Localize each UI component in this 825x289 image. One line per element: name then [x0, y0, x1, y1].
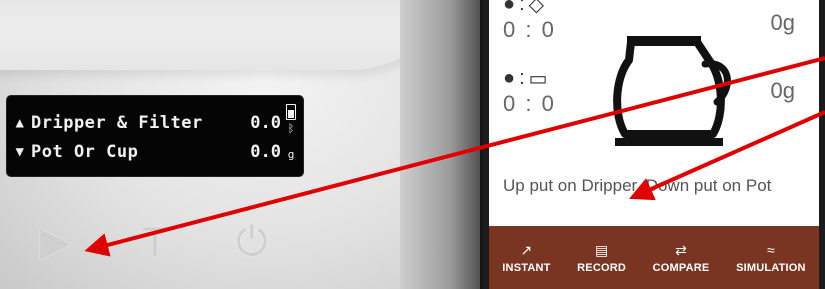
battery-icon — [286, 104, 296, 120]
oled-dripper-weight: 0.0 — [250, 113, 281, 133]
dripper-indicator: ● : ◇ — [503, 0, 556, 17]
oled-unit: g — [287, 148, 295, 161]
pot-indicator: ● : ▭ — [503, 66, 556, 91]
cup-icon: ▼ — [15, 144, 25, 160]
oled-pot-weight: 0.0 — [250, 142, 281, 162]
dripper-timer: 0 : 0 — [503, 17, 556, 42]
dripper-weight-block: ● : ◇ 0 : 0 — [503, 0, 556, 43]
power-button[interactable]: ⏻ — [236, 222, 268, 262]
dripper-weight: 0g — [770, 10, 795, 35]
oled-row-dripper: ▲ Dripper & Filter — [13, 111, 203, 135]
compare-icon: ⇄ — [675, 241, 687, 258]
placement-hint: Up put on Dripper, Down put on Pot — [503, 176, 772, 195]
bluetooth-icon: ᛒ — [287, 122, 295, 135]
play-button[interactable]: ▶ — [40, 222, 71, 262]
colon-sep: : — [519, 67, 525, 89]
nav-simulation[interactable]: ≈ SIMULATION — [736, 242, 806, 274]
coffee-bean-icon: ● — [503, 67, 516, 89]
coffee-pot-icon — [613, 36, 731, 146]
bottom-nav: ↗ INSTANT ▤ RECORD ⇄ COMPARE ≈ SIMULATIO… — [489, 226, 819, 289]
colon-sep: : — [519, 0, 525, 15]
oled-row-dripper-label: Dripper & Filter — [31, 113, 203, 133]
phone-screen: ● : ◇ 0 : 0 0g ● : ▭ 0 : 0 0g Up put on … — [489, 0, 819, 289]
scale-top-rim — [0, 0, 460, 70]
dripper-icon: ▲ — [15, 115, 25, 131]
nav-record[interactable]: ▤ RECORD — [577, 242, 626, 274]
tare-button[interactable]: T — [142, 221, 168, 263]
cup-icon: ▭ — [528, 68, 548, 90]
oled-row-pot-label: Pot Or Cup — [31, 142, 139, 162]
nav-instant-label: INSTANT — [502, 261, 551, 274]
scale-side-edge — [400, 0, 480, 289]
coffee-bean-icon: ● — [503, 0, 516, 15]
trend-icon: ↗ — [520, 241, 533, 258]
nav-record-label: RECORD — [577, 261, 627, 274]
pot-weight-block: ● : ▭ 0 : 0 — [503, 66, 556, 117]
nav-simulation-label: SIMULATION — [736, 261, 806, 274]
pot-timer: 0 : 0 — [503, 91, 556, 116]
scale-oled-display: ▲ Dripper & Filter 0.0 ▼ Pot Or Cup 0.0 … — [7, 96, 303, 176]
document-icon: ▤ — [594, 241, 609, 258]
simulation-icon: ≈ — [767, 241, 775, 258]
dripper-icon: ◇ — [528, 0, 545, 16]
oled-row-pot: ▼ Pot Or Cup — [13, 140, 138, 164]
nav-compare[interactable]: ⇄ COMPARE — [653, 242, 710, 274]
nav-instant[interactable]: ↗ INSTANT — [502, 242, 550, 274]
scale-device: ▲ Dripper & Filter 0.0 ▼ Pot Or Cup 0.0 … — [0, 0, 480, 289]
oled-status-column: ᛒ g — [284, 102, 298, 172]
phone-frame: ● : ◇ 0 : 0 0g ● : ▭ 0 : 0 0g Up put on … — [482, 0, 825, 289]
nav-compare-label: COMPARE — [652, 261, 710, 274]
pot-weight: 0g — [770, 78, 795, 103]
